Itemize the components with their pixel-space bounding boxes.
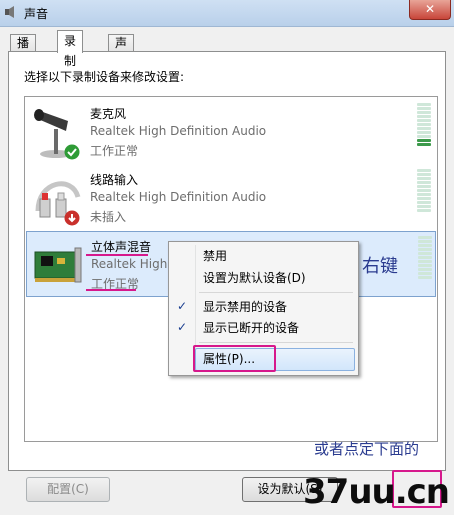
device-driver: Realtek High Definition Audio [90,124,267,138]
tab-playback[interactable]: 播放 [10,34,37,67]
device-status: 工作正常 [90,144,139,158]
tab-sounds[interactable]: 声音 [108,34,135,67]
level-meter [418,236,432,284]
window-title: 声音 [24,7,49,21]
level-meter [417,169,431,217]
annotation-underline [86,254,148,256]
level-meter [417,103,431,151]
check-icon: ✓ [177,320,188,334]
device-driver: Realtek High Definition Audio [90,190,267,204]
tab-recording[interactable]: 录制 [57,30,84,68]
device-name: 线路输入 [90,173,139,187]
annotation-box [193,345,276,372]
menu-item-set-default[interactable]: 设置为默认设备(D) [203,268,306,288]
sound-card-icon [34,247,82,283]
device-name: 立体声混音 [91,240,152,254]
watermark-logo: 37uu.cn [303,472,450,512]
check-badge-icon [64,144,80,160]
menu-item-show-disconnected[interactable]: 显示已断开的设备 [203,318,299,338]
annotation-or-click-below: 或者点定下面的 [314,440,420,458]
instruction-text: 选择以下录制设备来修改设置: [24,70,185,84]
close-button[interactable]: ✕ [409,0,451,20]
menu-item-show-disabled[interactable]: 显示禁用的设备 [203,297,287,317]
down-arrow-badge-icon [64,210,80,226]
list-item[interactable]: 线路输入 Realtek High Definition Audio 未插入 [26,165,436,229]
device-status: 未插入 [90,210,127,224]
list-item[interactable]: 麦克风 Realtek High Definition Audio 工作正常 [26,99,436,163]
device-driver: Realtek High [91,257,168,271]
device-name: 麦克风 [90,107,127,121]
menu-item-disable[interactable]: 禁用 [203,246,227,266]
speaker-app-icon [5,6,14,18]
title-bar: 声音 ✕ [0,0,454,27]
menu-separator [199,292,353,293]
check-icon: ✓ [177,299,188,313]
annotation-right-click: 右键 [362,256,398,277]
menu-separator [199,342,353,343]
annotation-underline [86,289,136,291]
configure-button[interactable]: 配置(C) [26,477,110,502]
